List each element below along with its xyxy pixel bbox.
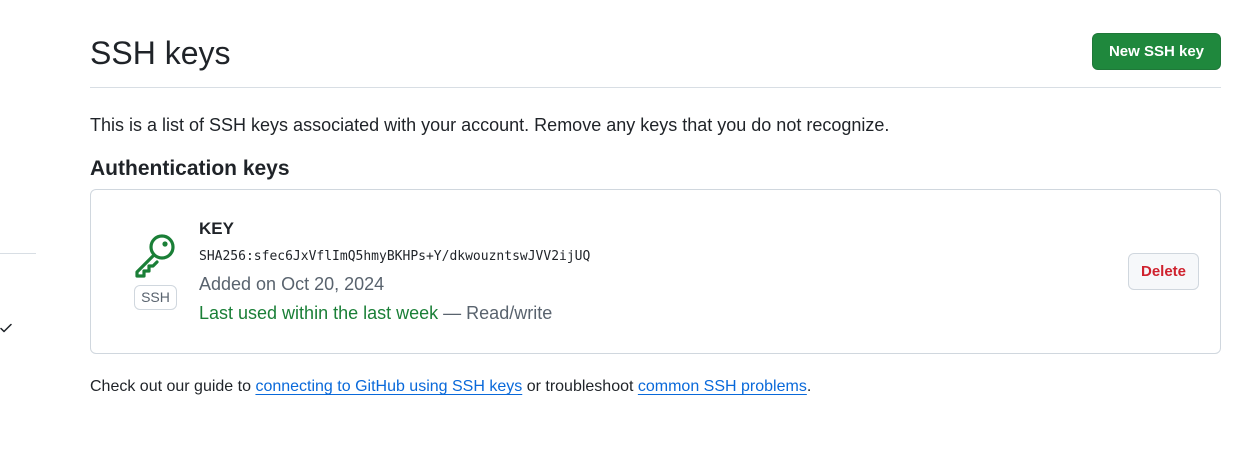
key-last-used: Last used within the last week xyxy=(199,303,439,323)
key-icon xyxy=(133,232,179,278)
check-icon xyxy=(0,323,12,333)
help-note-middle: or troubleshoot xyxy=(522,378,638,395)
link-common-ssh-problems[interactable]: common SSH problems xyxy=(638,378,807,395)
help-note-prefix: Check out our guide to xyxy=(90,378,256,395)
ssh-type-badge: SSH xyxy=(134,285,177,310)
key-added-date: Added on Oct 20, 2024 xyxy=(199,274,385,294)
section-title-authentication-keys: Authentication keys xyxy=(90,157,290,180)
ssh-key-item: SSH KEY SHA256:sfec6JxVflImQ5hmyBKHPs+Y/… xyxy=(90,189,1221,354)
page-header: SSH keys New SSH key xyxy=(90,0,1221,88)
intro-text: This is a list of SSH keys associated wi… xyxy=(90,115,890,135)
main-content: SSH keys New SSH key This is a list of S… xyxy=(90,0,1221,395)
key-usage-separator: — xyxy=(443,303,462,323)
delete-key-button[interactable]: Delete xyxy=(1128,253,1199,290)
key-access-level: Read/write xyxy=(466,303,553,323)
key-fingerprint: SHA256:sfec6JxVflImQ5hmyBKHPs+Y/dkwouznt… xyxy=(199,249,591,264)
link-connecting-with-ssh[interactable]: connecting to GitHub using SSH keys xyxy=(255,378,522,395)
page-title: SSH keys xyxy=(90,35,231,71)
sidebar-divider xyxy=(0,253,36,254)
help-note-suffix: . xyxy=(806,378,812,395)
ssh-keys-settings-page: SSH keys New SSH key This is a list of S… xyxy=(0,0,1240,460)
key-usage: Last used within the last week — Read/wr… xyxy=(199,301,590,325)
help-note: Check out our guide to connecting to Git… xyxy=(90,376,811,398)
key-details: KEY SHA256:sfec6JxVflImQ5hmyBKHPs+Y/dkwo… xyxy=(199,218,590,325)
key-title: KEY xyxy=(199,219,234,238)
new-ssh-key-button[interactable]: New SSH key xyxy=(1091,33,1221,70)
